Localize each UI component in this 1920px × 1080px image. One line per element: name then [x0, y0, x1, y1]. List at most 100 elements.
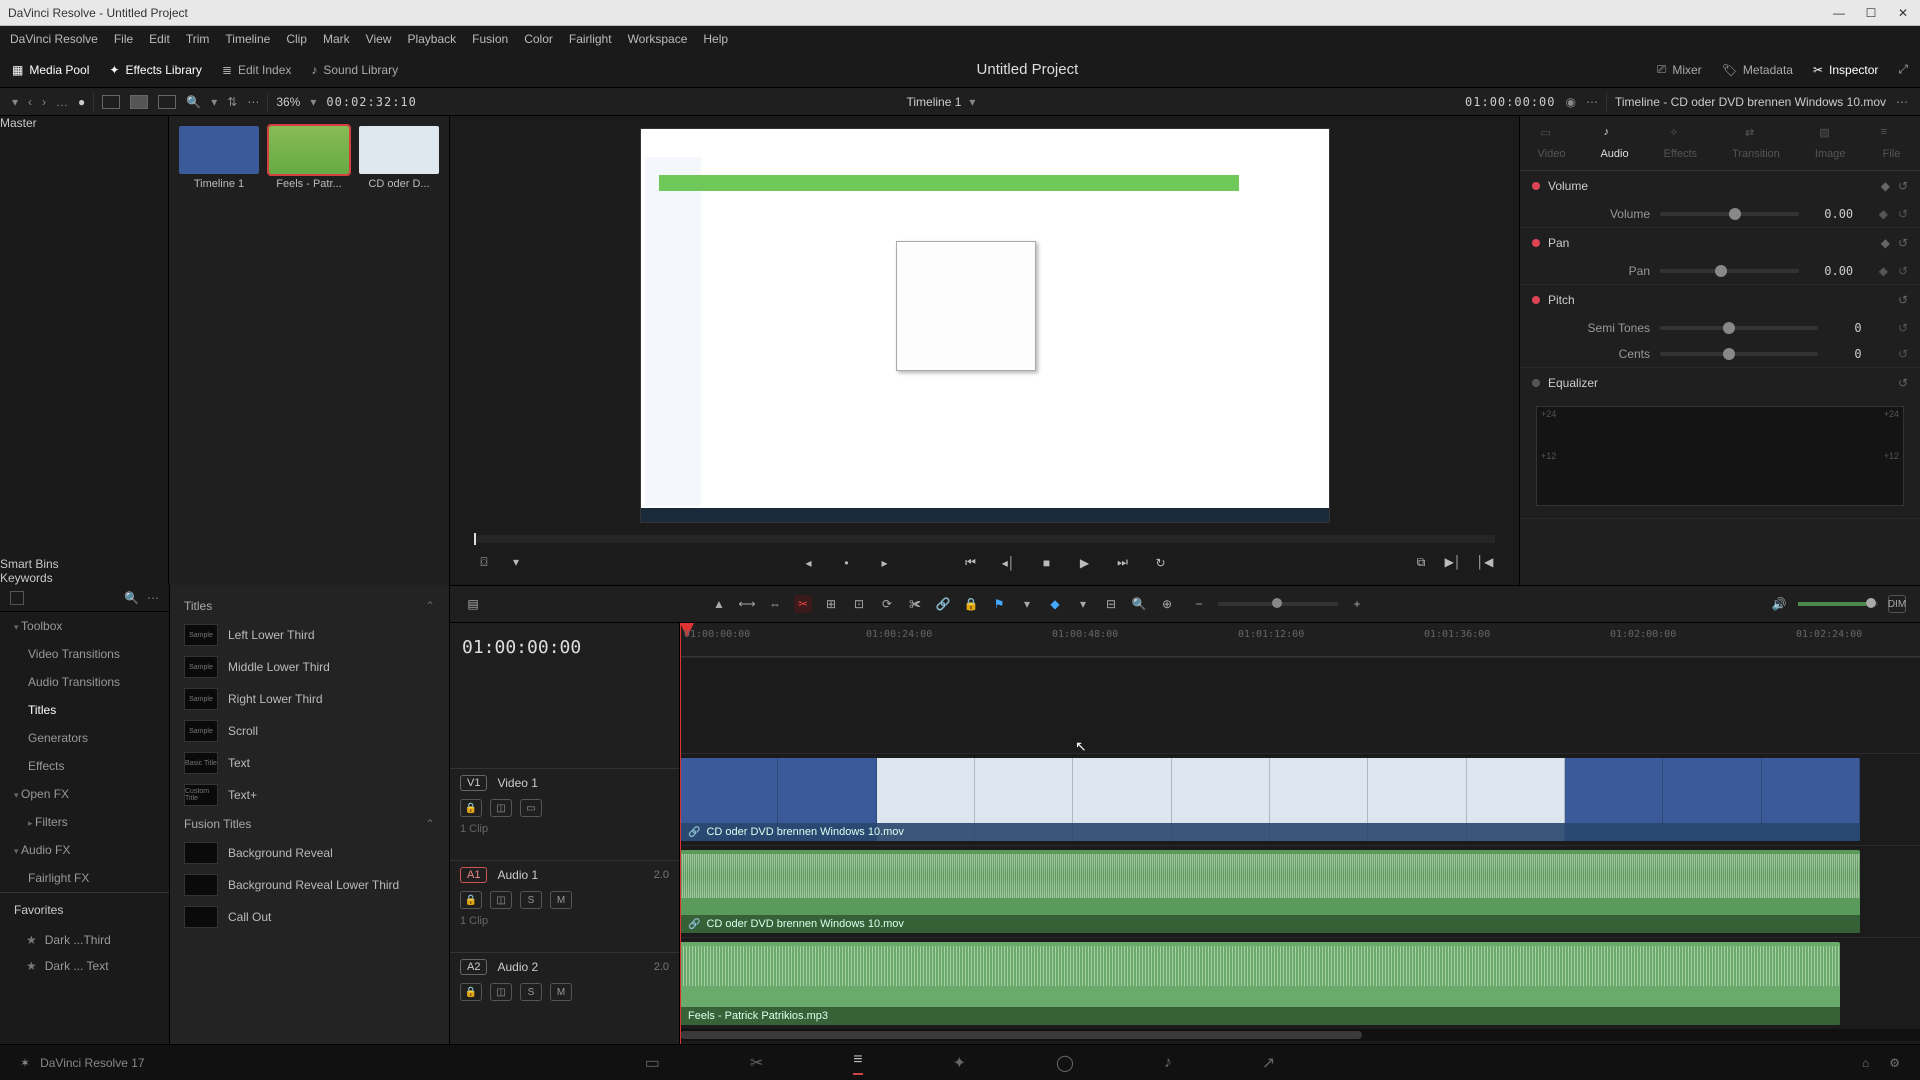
dynamic-trim-icon[interactable]: ⇔ [766, 595, 784, 613]
razor-icon[interactable]: ✀ [906, 595, 924, 613]
reset-icon[interactable]: ↺ [1898, 293, 1908, 307]
title-item[interactable]: Basic TitleText [180, 747, 439, 779]
timeline-view-options-icon[interactable]: ▤ [464, 595, 482, 613]
reset-icon[interactable]: ↺ [1898, 179, 1908, 193]
track-header-v1[interactable]: V1Video 1 🔒◫▭ 1 Clip [450, 768, 679, 860]
lock-track-icon[interactable]: 🔒 [460, 799, 482, 817]
volume-value[interactable]: 0.00 [1809, 207, 1869, 221]
zoom-out-icon[interactable]: − [1190, 595, 1208, 613]
tab-media-pool[interactable]: ▦Media Pool [12, 63, 89, 77]
clip-thumb-cd[interactable]: CD oder D... [359, 126, 439, 190]
menu-mark[interactable]: Mark [323, 32, 350, 46]
dim-button[interactable]: DIM [1888, 595, 1906, 613]
overwrite-clip-icon[interactable]: ⊡ [850, 595, 868, 613]
track-header-a1[interactable]: A1Audio 12.0 🔒◫SM 1 Clip [450, 860, 679, 952]
page-color-icon[interactable]: ◯ [1056, 1053, 1074, 1073]
expand-icon[interactable]: ⤢ [1898, 62, 1908, 77]
lock-track-icon[interactable]: 🔒 [460, 983, 482, 1001]
minimize-icon[interactable]: — [1830, 6, 1848, 20]
zoom-dropdown-icon[interactable]: ▾ [310, 95, 316, 109]
page-edit-icon[interactable]: ≡ [853, 1051, 862, 1075]
sort-icon[interactable]: ⇅ [227, 95, 237, 109]
tab-inspector[interactable]: ✂Inspector [1813, 63, 1878, 77]
disable-video-icon[interactable]: ▭ [520, 799, 542, 817]
nav-fwd-icon[interactable]: › [42, 95, 46, 109]
inspector-tab-effects[interactable]: ✧Effects [1664, 126, 1697, 160]
collapse-icon[interactable]: ⌃ [425, 817, 435, 831]
position-timecode[interactable]: 01:00:00:00 [1465, 95, 1555, 109]
timeline-ruler[interactable]: 01:00:00:00 01:00:24:00 01:00:48:00 01:0… [680, 623, 1920, 657]
menu-workspace[interactable]: Workspace [628, 32, 688, 46]
viewer-more-icon[interactable]: ⋯ [1586, 95, 1598, 109]
custom-zoom-icon[interactable]: ⊕ [1158, 595, 1176, 613]
enable-pan-toggle[interactable] [1532, 239, 1540, 247]
fusion-title-item[interactable]: Background Reveal [180, 837, 439, 869]
project-settings-icon[interactable]: ⚙ [1889, 1056, 1900, 1070]
clip-thumb-timeline[interactable]: Timeline 1 [179, 126, 259, 190]
menu-app[interactable]: DaVinci Resolve [10, 32, 98, 46]
snapping-icon[interactable]: ⊟ [1102, 595, 1120, 613]
audio-clip[interactable]: Feels - Patrick Patrikios.mp3 [680, 942, 1840, 1025]
menu-edit[interactable]: Edit [149, 32, 170, 46]
in-out-dropdown-icon[interactable]: ▾ [506, 555, 526, 570]
viewer-scrubber[interactable] [474, 535, 1495, 543]
cat-audio-transitions[interactable]: Audio Transitions [0, 668, 169, 696]
fx-search-icon[interactable]: 🔍 [124, 591, 139, 605]
view-metadata-icon[interactable] [102, 95, 120, 109]
clip-thumb-feels[interactable]: Feels - Patr... [269, 126, 349, 190]
step-back-icon[interactable]: ◂│ [999, 556, 1019, 570]
timeline-name[interactable]: Timeline 1 [906, 95, 961, 109]
tab-mixer[interactable]: ⎚Mixer [1657, 62, 1702, 77]
fx-more-icon[interactable]: ⋯ [147, 591, 159, 605]
menu-view[interactable]: View [366, 32, 392, 46]
kf-icon[interactable]: ◆ [1879, 264, 1888, 278]
title-item[interactable]: SampleLeft Lower Third [180, 619, 439, 651]
marker-icon[interactable]: ◆ [1046, 595, 1064, 613]
audio-clip[interactable]: CD oder DVD brennen Windows 10.mov [680, 850, 1860, 933]
reset-icon[interactable]: ↺ [1898, 376, 1908, 390]
title-item[interactable]: SampleRight Lower Third [180, 683, 439, 715]
inspector-tab-file[interactable]: ≡File [1880, 126, 1902, 160]
track-badge[interactable]: A1 [460, 867, 487, 883]
search-icon[interactable]: 🔍 [186, 95, 201, 109]
cat-fairlightfx[interactable]: Fairlight FX [0, 864, 169, 892]
scrollbar-thumb[interactable] [680, 1031, 1362, 1039]
cat-titles[interactable]: Titles [0, 696, 169, 724]
menu-color[interactable]: Color [524, 32, 553, 46]
menu-fusion[interactable]: Fusion [472, 32, 508, 46]
next-marker-icon[interactable]: ▸ [875, 556, 895, 570]
page-fairlight-icon[interactable]: ♪ [1164, 1054, 1172, 1072]
link-icon[interactable]: 🔗 [934, 595, 952, 613]
cat-toolbox[interactable]: Toolbox [0, 612, 169, 640]
section-volume[interactable]: Volume [1548, 179, 1873, 193]
enable-pitch-toggle[interactable] [1532, 296, 1540, 304]
more-icon[interactable]: … [56, 95, 68, 109]
playhead-line[interactable] [680, 623, 681, 1044]
pan-value[interactable]: 0.00 [1809, 264, 1869, 278]
keyframe-icon[interactable]: ◆ [1881, 236, 1890, 250]
fusion-title-item[interactable]: Call Out [180, 901, 439, 933]
play-icon[interactable]: ▶ [1075, 556, 1095, 570]
mute-icon[interactable]: 🔊 [1770, 595, 1788, 613]
next-edit-icon[interactable]: ▶│ [1443, 555, 1463, 570]
tab-metadata[interactable]: 🏷Metadata [1722, 63, 1793, 77]
view-thumb-icon[interactable] [130, 95, 148, 109]
cat-effects[interactable]: Effects [0, 752, 169, 780]
menu-timeline[interactable]: Timeline [225, 32, 270, 46]
auto-select-icon[interactable]: ◫ [490, 799, 512, 817]
page-deliver-icon[interactable]: ↗ [1262, 1053, 1275, 1073]
reset-param-icon[interactable]: ↺ [1898, 207, 1908, 221]
lock-icon[interactable]: 🔒 [962, 595, 980, 613]
record-dot-icon[interactable]: ● [78, 95, 85, 109]
go-start-icon[interactable]: ⏮ [961, 555, 981, 570]
kf-icon[interactable]: ◆ [1879, 207, 1888, 221]
inspector-tab-video[interactable]: ▭Video [1538, 126, 1566, 160]
pool-more-icon[interactable]: ⋯ [247, 95, 259, 109]
monitor-volume-slider[interactable] [1798, 602, 1878, 606]
inspector-more-icon[interactable]: ⋯ [1896, 95, 1908, 109]
track-badge[interactable]: V1 [460, 775, 487, 791]
tab-sound-library[interactable]: ♪Sound Library [311, 63, 398, 77]
reset-icon[interactable]: ↺ [1898, 236, 1908, 250]
favorites-header[interactable]: Favorites [0, 893, 169, 927]
replace-clip-icon[interactable]: ⟳ [878, 595, 896, 613]
